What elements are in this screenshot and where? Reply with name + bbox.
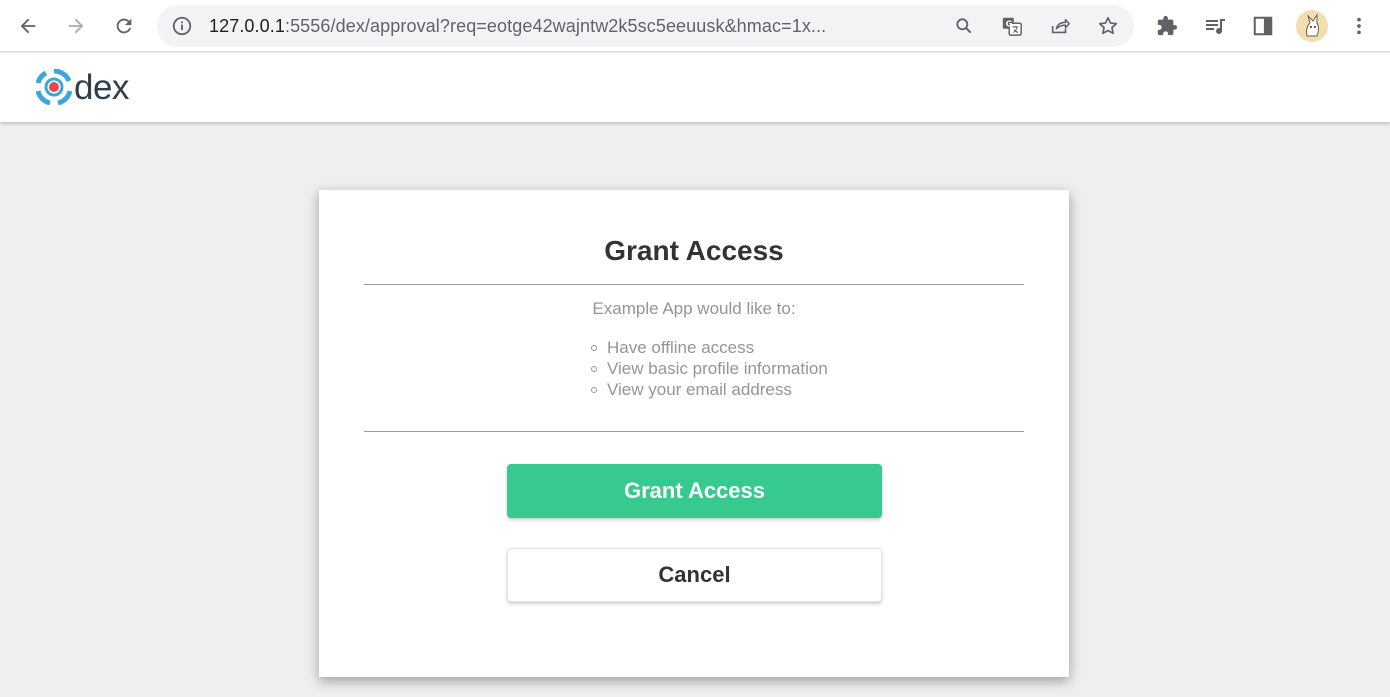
bullet-icon — [591, 366, 597, 372]
svg-text:G: G — [1006, 18, 1013, 28]
scope-item: View basic profile information — [591, 358, 828, 379]
top-divider — [364, 284, 1024, 285]
bullet-icon — [591, 345, 597, 351]
bookmark-star-icon[interactable] — [1096, 14, 1120, 38]
scope-label: View your email address — [607, 380, 792, 399]
scope-item: Have offline access — [591, 337, 828, 358]
back-button[interactable] — [10, 8, 46, 44]
more-vertical-icon — [1357, 17, 1361, 35]
side-panel-icon — [1253, 16, 1273, 36]
address-bar[interactable]: 127.0.0.1:5556/dex/approval?req=eotge42w… — [157, 5, 1134, 47]
approval-intro: Example App would like to: — [592, 299, 796, 318]
bottom-divider — [364, 431, 1024, 432]
page-title: Grant Access — [604, 235, 784, 266]
puzzle-icon — [1157, 15, 1178, 36]
scope-item: View your email address — [591, 379, 828, 400]
scope-label: Have offline access — [607, 338, 755, 357]
site-info-icon[interactable] — [171, 15, 193, 37]
profile-avatar[interactable] — [1296, 10, 1328, 42]
dex-logo-icon — [36, 69, 72, 105]
url-text[interactable]: 127.0.0.1:5556/dex/approval?req=eotge42w… — [209, 16, 826, 37]
queue-music-icon — [1206, 19, 1225, 35]
translate-icon[interactable]: G — [1000, 14, 1024, 38]
reload-button[interactable] — [106, 8, 142, 44]
scope-list: Have offline access View basic profile i… — [591, 337, 828, 400]
avatar-icon — [1296, 10, 1328, 42]
forward-button[interactable] — [58, 8, 94, 44]
arrow-left-icon — [20, 18, 36, 34]
url-host: 127.0.0.1 — [209, 16, 285, 36]
share-icon[interactable] — [1048, 14, 1072, 38]
cancel-button[interactable]: Cancel — [507, 548, 882, 602]
zoom-search-icon[interactable] — [952, 14, 976, 38]
site-header: dex — [0, 53, 1390, 122]
side-panel-button[interactable] — [1245, 8, 1281, 44]
media-control-button[interactable] — [1197, 8, 1233, 44]
reload-icon — [116, 18, 132, 34]
dex-logo[interactable]: dex — [36, 67, 129, 107]
extensions-button[interactable] — [1149, 8, 1185, 44]
browser-toolbar: 127.0.0.1:5556/dex/approval?req=eotge42w… — [0, 0, 1390, 52]
scope-label: View basic profile information — [607, 359, 828, 378]
browser-menu-button[interactable] — [1341, 8, 1377, 44]
grant-access-button[interactable]: Grant Access — [507, 464, 882, 518]
bullet-icon — [591, 387, 597, 393]
approval-card: Grant Access Example App would like to: … — [319, 190, 1069, 677]
url-path: :5556/dex/approval?req=eotge42wajntw2k5s… — [284, 16, 827, 36]
dex-logo-text: dex — [74, 67, 129, 107]
arrow-right-icon — [68, 18, 84, 34]
